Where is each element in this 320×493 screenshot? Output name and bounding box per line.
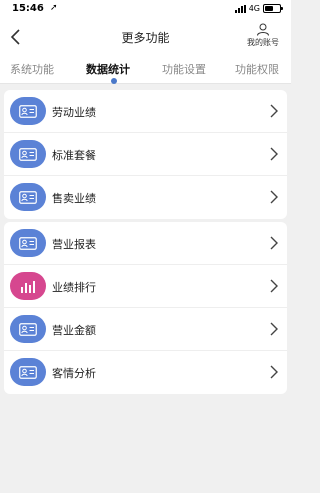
menu-group-1: 劳动业绩 标准套餐 售卖业绩: [4, 90, 287, 219]
location-arrow-icon: ➚: [50, 3, 58, 13]
chevron-right-icon: [270, 236, 278, 250]
menu-item-label: 营业金额: [52, 324, 96, 337]
chevron-right-icon: [270, 279, 278, 293]
chevron-right-icon: [270, 322, 278, 336]
menu-item-performance-ranking[interactable]: 业绩排行: [4, 265, 287, 308]
menu-item-business-amount[interactable]: 营业金额: [4, 308, 287, 351]
id-card-icon: [10, 140, 46, 168]
menu-item-business-report[interactable]: 营业报表: [4, 222, 287, 265]
tab-bar: 系统功能 数据统计 功能设置 功能权限: [0, 54, 291, 84]
menu-item-label: 劳动业绩: [52, 106, 96, 119]
status-indicators: 4G: [234, 4, 283, 13]
chevron-right-icon: [270, 365, 278, 379]
active-tab-indicator: [111, 78, 117, 84]
menu-item-label: 营业报表: [52, 238, 96, 251]
id-card-icon: [10, 183, 46, 211]
bar-chart-icon: [10, 272, 46, 300]
signal-icon: [234, 4, 246, 13]
status-bar: 15:46 ➚ 4G: [0, 0, 291, 20]
chevron-right-icon: [270, 190, 278, 204]
menu-item-labor-performance[interactable]: 劳动业绩: [4, 90, 287, 133]
menu-item-label: 售卖业绩: [52, 192, 96, 205]
chevron-right-icon: [270, 147, 278, 161]
menu-item-customer-analysis[interactable]: 客情分析: [4, 351, 287, 394]
tab-system-functions[interactable]: 系统功能: [10, 61, 54, 77]
battery-icon: [263, 4, 283, 13]
id-card-icon: [10, 315, 46, 343]
menu-item-label: 客情分析: [52, 367, 96, 380]
user-icon: [257, 23, 269, 36]
menu-item-sales-performance[interactable]: 售卖业绩: [4, 176, 287, 219]
id-card-icon: [10, 97, 46, 125]
id-card-icon: [10, 229, 46, 257]
tab-function-permissions[interactable]: 功能权限: [235, 61, 279, 77]
my-account-button[interactable]: 我的账号: [243, 23, 283, 51]
tab-function-settings[interactable]: 功能设置: [162, 61, 206, 77]
id-card-icon: [10, 358, 46, 386]
tab-data-statistics[interactable]: 数据统计: [86, 61, 130, 77]
nav-bar: 更多功能 我的账号: [0, 20, 291, 54]
chevron-right-icon: [270, 104, 278, 118]
status-time: 15:46: [12, 3, 44, 14]
menu-item-label: 标准套餐: [52, 149, 96, 162]
my-account-label: 我的账号: [247, 38, 279, 47]
menu-item-label: 业绩排行: [52, 281, 96, 294]
menu-item-standard-package[interactable]: 标准套餐: [4, 133, 287, 176]
network-type: 4G: [248, 4, 260, 13]
menu-group-2: 营业报表 业绩排行 营业金额 客情分析: [4, 222, 287, 394]
